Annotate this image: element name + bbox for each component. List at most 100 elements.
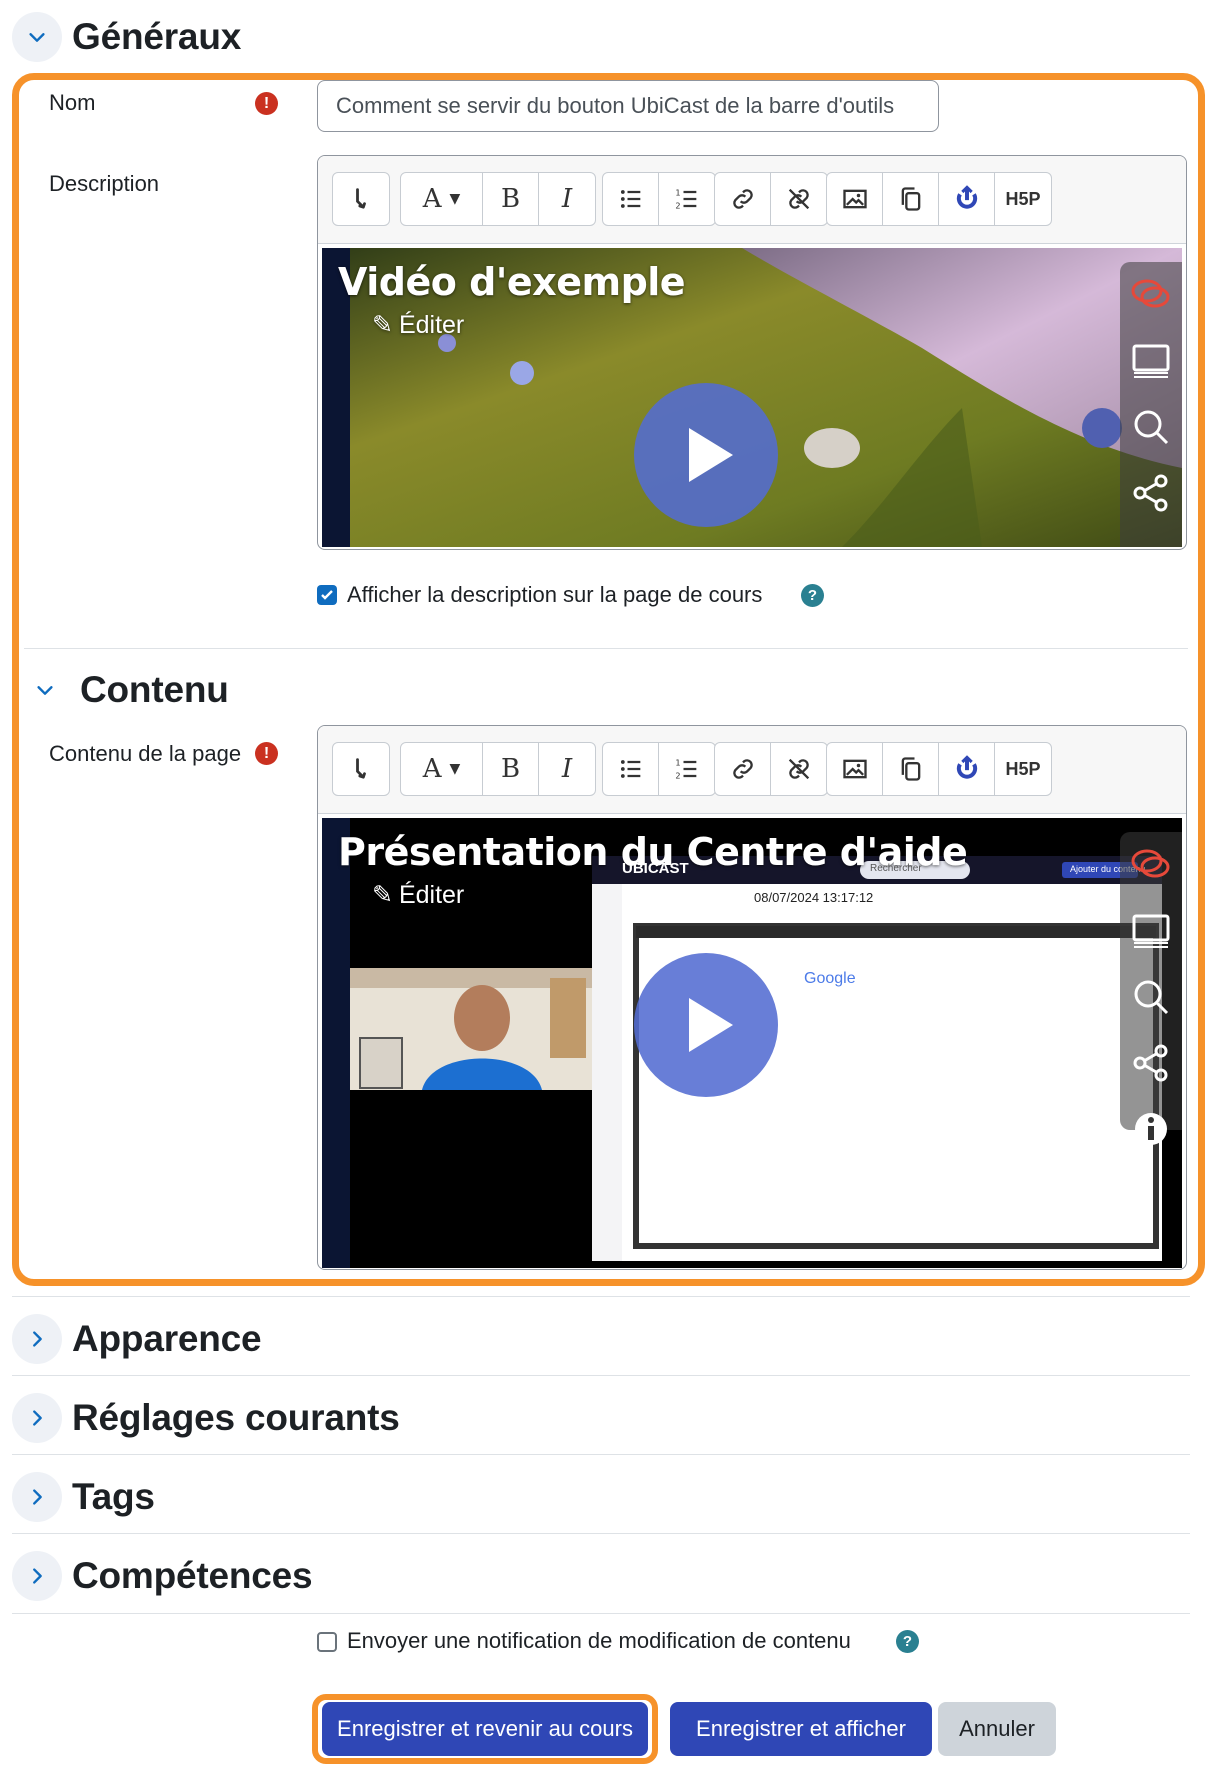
bold-button[interactable]: B	[483, 173, 539, 225]
collapse-general-button[interactable]	[12, 12, 62, 62]
unordered-list-icon[interactable]	[603, 173, 659, 225]
description-label: Description	[49, 171, 160, 196]
section-common-settings-header[interactable]: Réglages courants	[12, 1391, 400, 1445]
image-icon[interactable]	[827, 173, 883, 225]
copy-icon[interactable]	[883, 743, 939, 795]
slides-icon[interactable]	[1120, 328, 1182, 394]
chevron-right-icon	[33, 1331, 42, 1347]
bold-button[interactable]: B	[483, 743, 539, 795]
video-side-panel	[1120, 832, 1182, 1145]
font-color-button[interactable]: A ▼	[401, 173, 483, 225]
description-toolbar: A ▼ B I 12 H5P	[318, 156, 1186, 244]
link-icon[interactable]	[715, 743, 771, 795]
video-edit-link[interactable]: ✎ Éditer	[372, 310, 464, 340]
help-icon[interactable]: ?	[896, 1630, 919, 1653]
section-appearance-header[interactable]: Apparence	[12, 1312, 262, 1366]
section-general-header[interactable]: Généraux	[12, 10, 241, 64]
notify-label: Envoyer une notification de modification…	[347, 1628, 851, 1653]
h5p-icon[interactable]: H5P	[995, 743, 1051, 795]
check-icon	[321, 590, 333, 600]
collapse-icon[interactable]	[333, 173, 389, 225]
chevron-down-icon	[29, 33, 45, 42]
section-appearance-title: Apparence	[72, 1318, 262, 1359]
h5p-icon[interactable]: H5P	[995, 173, 1051, 225]
ubicast-icon[interactable]	[939, 173, 995, 225]
play-button[interactable]	[634, 383, 778, 527]
show-description-checkbox[interactable]	[317, 585, 337, 605]
chevron-down-icon	[37, 686, 53, 695]
page-content-label: Contenu de la page	[49, 741, 242, 766]
collapse-content-button[interactable]	[20, 665, 70, 715]
expand-competencies-button[interactable]	[12, 1551, 62, 1601]
description-video-embed[interactable]: Vidéo d'exemple ✎ Éditer	[322, 248, 1182, 547]
search-icon[interactable]	[1120, 964, 1182, 1030]
italic-icon: I	[561, 184, 573, 214]
section-tags-header[interactable]: Tags	[12, 1470, 155, 1524]
section-competencies-header[interactable]: Compétences	[12, 1549, 313, 1603]
share-icon[interactable]	[1120, 1030, 1182, 1096]
expand-tags-button[interactable]	[12, 1472, 62, 1522]
unordered-list-icon[interactable]	[603, 743, 659, 795]
help-icon[interactable]: ?	[801, 584, 824, 607]
chat-icon[interactable]	[1120, 262, 1182, 328]
bold-icon: B	[500, 754, 521, 784]
share-icon[interactable]	[1120, 460, 1182, 526]
unlink-icon[interactable]	[771, 173, 827, 225]
ordered-list-icon[interactable]: 12	[659, 173, 715, 225]
info-icon[interactable]	[1120, 1096, 1182, 1162]
save-return-button[interactable]: Enregistrer et revenir au cours	[322, 1702, 648, 1756]
chevron-right-icon	[33, 1410, 42, 1426]
pencil-icon: ✎	[372, 311, 393, 339]
video-edit-link[interactable]: ✎ Éditer	[372, 880, 464, 910]
required-icon: !	[255, 742, 278, 765]
chat-icon[interactable]	[1120, 832, 1182, 898]
ordered-list-icon[interactable]: 12	[659, 743, 715, 795]
name-label: Nom	[49, 90, 96, 115]
ubicast-icon[interactable]	[939, 743, 995, 795]
page-content-toolbar: A ▼ B I 12 H5P	[318, 726, 1186, 814]
section-tags-title: Tags	[72, 1476, 155, 1517]
svg-text:1: 1	[675, 188, 680, 198]
cancel-button[interactable]: Annuler	[938, 1702, 1056, 1756]
embedded-google-logo: Google	[804, 970, 856, 987]
video-side-panel	[1120, 262, 1182, 547]
description-editor[interactable]: A ▼ B I 12 H5P Vidéo d'exemple ✎ Éditer	[317, 155, 1187, 550]
collapse-icon[interactable]	[333, 743, 389, 795]
unlink-icon[interactable]	[771, 743, 827, 795]
search-icon[interactable]	[1120, 394, 1182, 460]
link-icon[interactable]	[715, 173, 771, 225]
section-general-title: Généraux	[72, 16, 242, 57]
image-icon[interactable]	[827, 743, 883, 795]
expand-common-settings-button[interactable]	[12, 1393, 62, 1443]
chevron-right-icon	[33, 1568, 42, 1584]
bold-icon: B	[500, 184, 521, 214]
italic-button[interactable]: I	[539, 173, 595, 225]
italic-button[interactable]: I	[539, 743, 595, 795]
save-display-button[interactable]: Enregistrer et afficher	[670, 1702, 932, 1756]
play-icon	[689, 998, 733, 1052]
font-color-icon: A	[422, 754, 442, 784]
svg-text:1: 1	[675, 758, 680, 768]
video-timestamp: 08/07/2024 13:17:12	[754, 890, 874, 905]
play-button[interactable]	[634, 953, 778, 1097]
ubicast-brand: UBICAST	[622, 860, 689, 877]
show-description-label: Afficher la description sur la page de c…	[347, 582, 763, 607]
expand-appearance-button[interactable]	[12, 1314, 62, 1364]
italic-icon: I	[561, 754, 573, 784]
video-title: Vidéo d'exemple	[338, 260, 686, 304]
embedded-search-field: Rechercher	[870, 863, 922, 874]
section-content-header[interactable]: Contenu	[20, 663, 229, 717]
slides-icon[interactable]	[1120, 898, 1182, 964]
svg-text:2: 2	[675, 770, 680, 780]
play-icon	[689, 428, 733, 482]
font-color-icon: A	[422, 184, 442, 214]
name-input[interactable]: Comment se servir du bouton UbiCast de l…	[317, 80, 939, 132]
pencil-icon: ✎	[372, 881, 393, 909]
font-color-button[interactable]: A ▼	[401, 743, 483, 795]
page-content-editor[interactable]: A ▼ B I 12 H5P Présentation du Centre d'…	[317, 725, 1187, 1270]
section-content-title: Contenu	[80, 669, 229, 710]
page-content-video-embed[interactable]: Présentation du Centre d'aide ✎ Éditer U…	[322, 818, 1182, 1268]
copy-icon[interactable]	[883, 173, 939, 225]
notify-checkbox[interactable]	[317, 1632, 337, 1652]
required-icon: !	[255, 92, 278, 115]
